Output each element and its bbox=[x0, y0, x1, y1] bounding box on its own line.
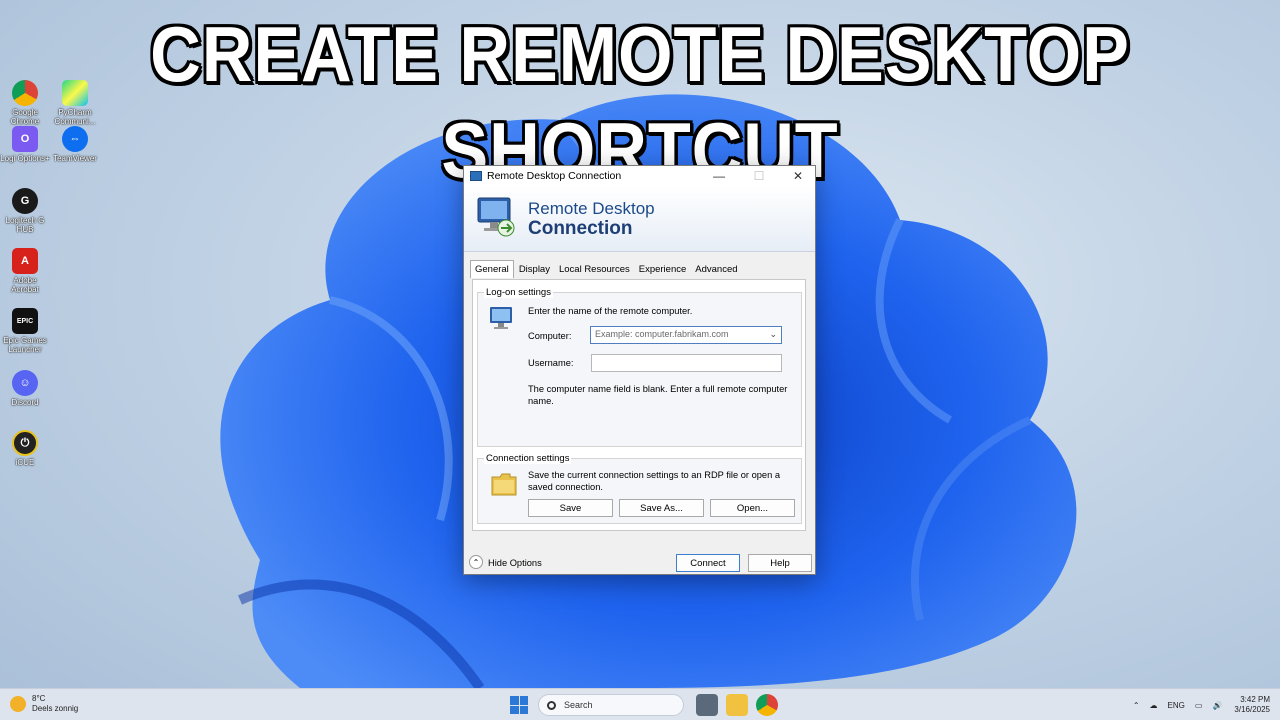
header-line2: Connection bbox=[528, 218, 633, 239]
rdp-header: Remote Desktop Connection bbox=[464, 186, 815, 252]
window-bottom-bar: ⌃ Hide Options Connect Help bbox=[464, 547, 815, 575]
language-indicator[interactable]: ENG bbox=[1168, 701, 1185, 710]
username-field[interactable] bbox=[591, 354, 782, 372]
desktop-icon-label: Adobe Acrobat bbox=[11, 276, 39, 294]
desktop-icon-label: Epic Games Launcher bbox=[3, 336, 47, 354]
search-placeholder: Search bbox=[564, 700, 593, 710]
clock[interactable]: 3:42 PM 3/16/2025 bbox=[1234, 695, 1270, 715]
close-button[interactable]: ✕ bbox=[780, 166, 816, 186]
username-label: Username: bbox=[528, 358, 574, 368]
tab-local-resources[interactable]: Local Resources bbox=[555, 262, 634, 279]
chrome-icon bbox=[12, 80, 38, 106]
chevron-down-icon[interactable]: ⌄ bbox=[769, 329, 777, 340]
epic-games-icon: EPIC bbox=[12, 308, 38, 334]
search-icon bbox=[547, 700, 556, 710]
open-button[interactable]: Open... bbox=[710, 499, 795, 517]
taskbar: 8°C Deels zonnig Search ⌃ ☁ ENG ▭ 🔊 3:42… bbox=[0, 688, 1280, 720]
remote-desktop-window: Remote Desktop Connection — ☐ ✕ Remote D… bbox=[463, 165, 816, 575]
logon-settings-title: Log-on settings bbox=[484, 287, 553, 298]
chevron-up-icon[interactable]: ⌃ bbox=[469, 555, 483, 569]
system-tray: ⌃ ☁ ENG ▭ 🔊 3:42 PM 3/16/2025 bbox=[1123, 693, 1270, 717]
desktop-icon-discord[interactable]: ☺ Discord bbox=[0, 370, 50, 407]
logon-instruction: Enter the name of the remote computer. bbox=[528, 306, 693, 316]
cloud-icon[interactable]: ☁ bbox=[1150, 701, 1158, 710]
computer-icon bbox=[490, 307, 512, 329]
computer-placeholder: Example: computer.fabrikam.com bbox=[595, 329, 729, 339]
save-as-button[interactable]: Save As... bbox=[619, 499, 704, 517]
general-tab-panel: Log-on settings Enter the name of the re… bbox=[472, 279, 806, 531]
connection-settings-group: Connection settings Save the current con… bbox=[477, 453, 802, 524]
network-icon[interactable]: ▭ bbox=[1195, 701, 1203, 710]
logi-options-icon: O bbox=[12, 126, 38, 152]
desktop-icon-chrome[interactable]: Google Chrome bbox=[0, 80, 50, 126]
tab-general[interactable]: General bbox=[470, 260, 514, 278]
save-button[interactable]: Save bbox=[528, 499, 613, 517]
desktop-icon-logitech-g[interactable]: G Logitech G HUB bbox=[0, 188, 50, 234]
logon-settings-group: Log-on settings Enter the name of the re… bbox=[477, 287, 802, 447]
desktop-icon-icue[interactable]: ⏻ iCUE bbox=[0, 430, 50, 467]
connection-description: Save the current connection settings to … bbox=[528, 470, 781, 492]
taskbar-search[interactable]: Search bbox=[538, 694, 684, 716]
tab-advanced[interactable]: Advanced bbox=[691, 262, 741, 279]
clock-time: 3:42 PM bbox=[1240, 695, 1270, 704]
help-button[interactable]: Help bbox=[748, 554, 812, 572]
desktop-icon-label: Logi Options+ bbox=[0, 154, 50, 163]
tab-strip: General Display Local Resources Experien… bbox=[470, 260, 743, 279]
discord-icon: ☺ bbox=[12, 370, 38, 396]
icue-icon: ⏻ bbox=[12, 430, 38, 456]
window-titlebar[interactable]: Remote Desktop Connection — ☐ ✕ bbox=[464, 166, 815, 186]
desktop-icon-label: Discord bbox=[11, 398, 39, 407]
desktop-icon-label: iCUE bbox=[15, 458, 35, 467]
computer-monitor-icon bbox=[477, 197, 515, 237]
hide-options-link[interactable]: Hide Options bbox=[488, 557, 542, 569]
chevron-up-icon[interactable]: ⌃ bbox=[1133, 701, 1140, 710]
weather-temp: 8°C bbox=[32, 694, 46, 703]
tab-display[interactable]: Display bbox=[515, 262, 554, 279]
chrome-taskbar-icon[interactable] bbox=[756, 694, 778, 716]
desktop-icon-logi-options[interactable]: O Logi Options+ bbox=[0, 126, 50, 163]
file-explorer-icon[interactable] bbox=[726, 694, 748, 716]
desktop-icon-label: Logitech G HUB bbox=[5, 216, 45, 234]
blank-name-message: The computer name field is blank. Enter … bbox=[528, 384, 788, 406]
computer-combobox[interactable]: Example: computer.fabrikam.com ⌄ bbox=[590, 326, 782, 344]
weather-widget[interactable]: 8°C Deels zonnig bbox=[10, 694, 78, 714]
tab-experience[interactable]: Experience bbox=[635, 262, 691, 279]
maximize-button: ☐ bbox=[753, 169, 765, 183]
task-view-icon[interactable] bbox=[696, 694, 718, 716]
connection-settings-title: Connection settings bbox=[484, 453, 572, 464]
connect-button[interactable]: Connect bbox=[676, 554, 740, 572]
rdp-app-icon bbox=[470, 171, 482, 181]
computer-label: Computer: bbox=[528, 331, 572, 341]
folder-icon bbox=[491, 473, 517, 496]
header-line1: Remote Desktop bbox=[528, 199, 655, 218]
desktop-icon-acrobat[interactable]: A Adobe Acrobat bbox=[0, 248, 50, 294]
minimize-button[interactable]: — bbox=[701, 166, 737, 186]
partly-sunny-icon bbox=[10, 696, 26, 712]
acrobat-icon: A bbox=[12, 248, 38, 274]
desktop-icon-label: Google Chrome bbox=[10, 108, 40, 126]
clock-date: 3/16/2025 bbox=[1234, 705, 1270, 714]
volume-icon[interactable]: 🔊 bbox=[1212, 701, 1222, 710]
window-title: Remote Desktop Connection bbox=[487, 170, 622, 182]
start-button[interactable] bbox=[510, 696, 528, 714]
desktop-icon-epic-games[interactable]: EPIC Epic Games Launcher bbox=[0, 308, 50, 354]
weather-desc: Deels zonnig bbox=[32, 704, 79, 713]
taskbar-center: Search bbox=[510, 693, 782, 717]
logitech-g-icon: G bbox=[12, 188, 38, 214]
